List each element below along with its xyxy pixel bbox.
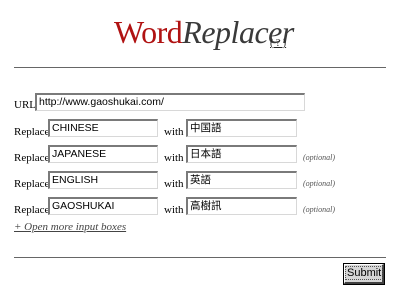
optional-note: (optional) [303,179,335,188]
url-input[interactable]: http://www.gaoshukai.com/ [35,93,305,111]
open-more-inputs-link[interactable]: + Open more input boxes [14,221,126,233]
replace-to-input-2[interactable]: 日本語 [186,145,297,163]
logo-word: Word [114,14,183,50]
with-label: with [164,152,184,164]
replace-to-input-1[interactable]: 中国語 [186,119,297,137]
with-label: with [164,204,184,216]
with-label: with [164,178,184,190]
replace-label: Replace [14,178,50,190]
logo: WordReplacer [114,12,294,52]
replace-from-input-2[interactable]: JAPANESE [48,145,158,163]
replace-label: Replace [14,126,50,138]
optional-note: (optional) [303,153,335,162]
help-link[interactable]: ( ? ) [270,38,286,49]
replace-to-input-4[interactable]: 高樹訊 [186,197,297,215]
bottom-divider [14,257,386,258]
replace-from-input-1[interactable]: CHINESE [48,119,158,137]
with-label: with [164,126,184,138]
replace-from-input-3[interactable]: ENGLISH [48,171,158,189]
replace-to-input-3[interactable]: 英語 [186,171,297,189]
replace-label: Replace [14,204,50,216]
replace-from-input-4[interactable]: GAOSHUKAI [48,197,158,215]
submit-label: Submit [345,266,384,280]
optional-note: (optional) [303,205,335,214]
submit-button[interactable]: Submit [343,263,385,285]
top-divider [14,67,386,68]
replace-label: Replace [14,152,50,164]
